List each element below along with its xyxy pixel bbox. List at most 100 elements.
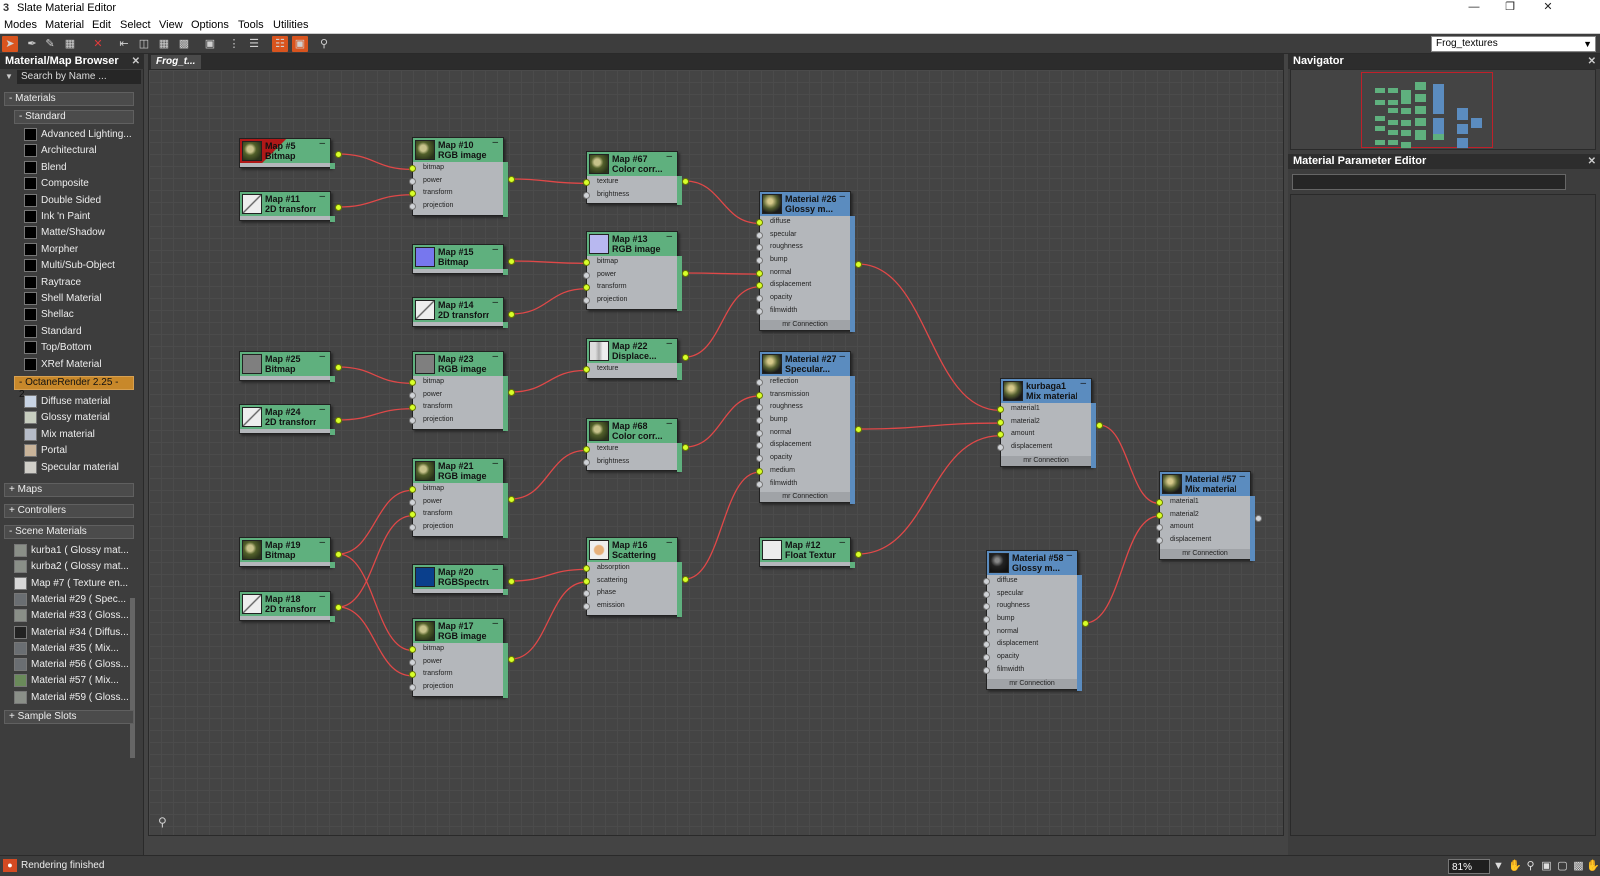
select-by-material-button[interactable]: ⚲	[316, 36, 332, 52]
collapse-icon[interactable]: –	[666, 339, 672, 349]
slot-projection[interactable]: projection	[583, 294, 677, 307]
slot-transform[interactable]: transform	[409, 401, 503, 414]
input-socket-icon[interactable]	[409, 684, 416, 692]
node-header[interactable]: Map #19 Bitmap –	[240, 538, 330, 562]
input-socket-icon[interactable]	[1156, 499, 1163, 506]
menu-modes[interactable]: Modes	[4, 18, 37, 32]
input-socket-icon[interactable]	[756, 295, 763, 303]
standard-material-item[interactable]: XRef Material	[24, 357, 134, 372]
collapse-icon[interactable]: –	[666, 419, 672, 429]
slot-reflection[interactable]: reflection	[756, 376, 850, 389]
output-socket-icon[interactable]	[1082, 620, 1089, 627]
node-map67[interactable]: Map #67 Color corr... – texture brightness	[583, 151, 689, 206]
collapse-icon[interactable]: –	[839, 192, 845, 202]
node-map24[interactable]: Map #242D transform...–	[239, 404, 342, 435]
slot-transform[interactable]: transform	[409, 187, 503, 200]
node-map23[interactable]: Map #23 RGB image – bitmap power transform pro…	[409, 351, 515, 431]
node-map20[interactable]: Map #20RGBSpectru...–	[412, 564, 515, 595]
output-socket-icon[interactable]	[335, 364, 342, 371]
slot-brightness[interactable]: brightness	[583, 189, 677, 202]
input-socket-icon[interactable]	[1156, 537, 1163, 545]
output-socket-icon[interactable]	[508, 389, 515, 396]
input-socket-icon[interactable]	[409, 165, 416, 172]
output-socket-icon[interactable]	[682, 444, 689, 451]
input-socket-icon[interactable]	[583, 366, 590, 373]
slot-projection[interactable]: projection	[409, 200, 503, 213]
put-material-button[interactable]: ✎	[42, 36, 58, 52]
input-socket-icon[interactable]	[756, 219, 763, 226]
scene-material-item[interactable]: Material #56 ( Gloss...	[14, 657, 129, 672]
wire-map23-to-map22[interactable]	[510, 369, 587, 393]
wire-map67-to-mat26[interactable]	[684, 180, 760, 224]
octane-material-item[interactable]: Diffuse material	[24, 394, 134, 409]
scene-material-item[interactable]: Map #7 ( Texture en...	[14, 576, 128, 591]
slot-bitmap[interactable]: bitmap	[409, 376, 503, 389]
zoom-region-icon[interactable]: ▣	[1540, 860, 1553, 873]
restore-icon[interactable]: ❐	[1492, 0, 1528, 17]
standard-material-item[interactable]: Blend	[24, 160, 134, 175]
input-socket-icon[interactable]	[756, 391, 763, 399]
wire-mat26-to-kurbaga1[interactable]	[857, 263, 1001, 411]
node-mat58[interactable]: Material #58 Glossy m... – diffuse specular r…	[983, 550, 1089, 691]
standard-material-item[interactable]: Architectural	[24, 143, 134, 158]
input-socket-icon[interactable]	[409, 379, 416, 386]
input-socket-icon[interactable]	[756, 467, 763, 475]
slot-power[interactable]: power	[409, 496, 503, 509]
node-map11[interactable]: Map #112D transform...–	[239, 191, 342, 222]
hierarchy-button[interactable]: ☰	[246, 36, 262, 52]
slot-roughness[interactable]: roughness	[756, 401, 850, 414]
slot-projection[interactable]: projection	[409, 521, 503, 534]
slot-power[interactable]: power	[583, 269, 677, 282]
slot-material2[interactable]: material2	[1156, 509, 1250, 522]
input-socket-icon[interactable]	[983, 666, 990, 674]
slot-opacity[interactable]: opacity	[983, 651, 1077, 664]
input-socket-icon[interactable]	[983, 590, 990, 598]
collapse-icon[interactable]: –	[666, 538, 672, 548]
menu-view[interactable]: View	[159, 18, 183, 32]
slot-roughness[interactable]: roughness	[756, 241, 850, 254]
output-socket-icon[interactable]	[335, 204, 342, 211]
input-socket-icon[interactable]	[409, 498, 416, 506]
node-map15[interactable]: Map #15 Bitmap –	[412, 244, 515, 275]
node-map13[interactable]: Map #13 RGB image – bitmap power transform pro…	[583, 231, 689, 311]
slot-normal[interactable]: normal	[756, 267, 850, 280]
input-socket-icon[interactable]	[756, 307, 763, 315]
node-header[interactable]: Material #58 Glossy m... –	[987, 551, 1077, 575]
select-tool-button[interactable]: ➤	[2, 36, 18, 52]
navigator-view[interactable]	[1290, 69, 1596, 150]
wire-map24-to-map23[interactable]	[337, 408, 413, 421]
node-header[interactable]: Map #242D transform...–	[240, 405, 330, 429]
slot-displacement[interactable]: displacement	[756, 279, 850, 292]
slot-power[interactable]: power	[409, 175, 503, 188]
slot-roughness[interactable]: roughness	[983, 600, 1077, 613]
collapse-icon[interactable]: –	[492, 565, 498, 575]
node-view[interactable]: Map #5Bitmap–Map #112D transform...–Map …	[148, 69, 1284, 836]
scene-material-item[interactable]: Material #33 ( Gloss...	[14, 608, 129, 623]
slot-specular[interactable]: specular	[756, 229, 850, 242]
input-socket-icon[interactable]	[983, 628, 990, 636]
menu-edit[interactable]: Edit	[92, 18, 111, 32]
wire-map17-to-map16[interactable]	[510, 581, 587, 660]
input-socket-icon[interactable]	[1156, 524, 1163, 532]
navigator-viewport-frame[interactable]	[1361, 72, 1493, 148]
output-socket-icon[interactable]	[508, 311, 515, 318]
standard-material-item[interactable]: Advanced Lighting...	[24, 127, 134, 142]
output-socket-icon[interactable]	[855, 426, 862, 433]
category-scene-materials[interactable]: - Scene Materials	[4, 525, 134, 539]
slot-absorption[interactable]: absorption	[583, 562, 677, 575]
input-socket-icon[interactable]	[756, 269, 763, 277]
slot-normal[interactable]: normal	[983, 626, 1077, 639]
scene-material-item[interactable]: Material #57 ( Mix...	[14, 673, 128, 688]
node-mat27[interactable]: Material #27 Specular... – reflection transm…	[756, 351, 862, 505]
wire-map16-to-mat27[interactable]	[684, 471, 760, 580]
output-socket-icon[interactable]	[335, 151, 342, 158]
menu-select[interactable]: Select	[120, 18, 151, 32]
close-icon[interactable]: ✕	[1588, 154, 1596, 169]
output-socket-icon[interactable]	[335, 417, 342, 424]
slot-bump[interactable]: bump	[756, 254, 850, 267]
node-header[interactable]: Map #68 Color corr... –	[587, 419, 677, 443]
standard-material-item[interactable]: Matte/Shadow	[24, 225, 134, 240]
wire-map12-to-kurbaga1[interactable]	[857, 435, 1001, 555]
node-header[interactable]: Map #25 Bitmap –	[240, 352, 330, 376]
output-socket-icon[interactable]	[508, 656, 515, 663]
